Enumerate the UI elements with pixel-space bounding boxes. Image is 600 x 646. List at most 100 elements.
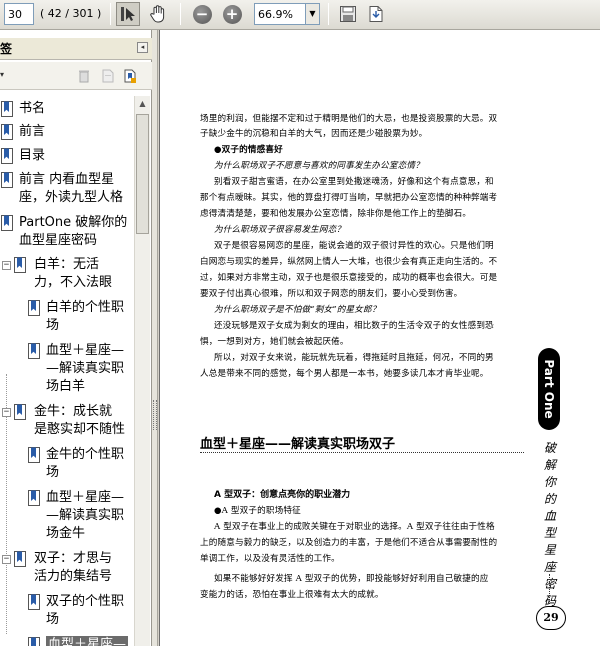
zoom-dropdown[interactable]: ▼ bbox=[306, 3, 320, 25]
page-count: ( 42 / 301 ) bbox=[40, 7, 102, 20]
doc-line: 双子是很容易网恋的星座，能说会道的双子很讨异性的欢心。只是他们明 bbox=[214, 241, 494, 251]
bookmark-label: 双子：才思与 活力的集结号 bbox=[34, 551, 113, 584]
chevron-down-icon: ▼ bbox=[309, 9, 316, 18]
bookmark-properties-icon[interactable] bbox=[122, 68, 138, 84]
doc-line: 如果不能够好好发挥 A 型双子的优势，即投能够好好利用自己敏捷的应 bbox=[214, 574, 489, 584]
bookmark-item[interactable]: 前言 内看血型星 座，外读九型人格 bbox=[1, 171, 123, 207]
bookmark-label: 金牛的个性职场 bbox=[46, 447, 125, 480]
bookmark-label: 目录 bbox=[19, 148, 46, 163]
bookmark-item[interactable]: 金牛的个性职场 bbox=[28, 446, 124, 482]
tree-collapse-toggle[interactable]: − bbox=[2, 555, 11, 564]
doc-question: 为什么职场双子不愿意与喜欢的同事发生办公室恋情？ bbox=[214, 161, 424, 171]
bookmark-icon bbox=[14, 257, 26, 273]
save-icon bbox=[340, 6, 356, 22]
options-dropdown-icon[interactable]: ▾ bbox=[0, 70, 4, 79]
bookmark-label: 白羊的个性职场 bbox=[46, 300, 125, 333]
panel-splitter[interactable] bbox=[152, 30, 158, 646]
bookmark-item[interactable]: 血型＋星座— —解读真实职 场白羊 bbox=[28, 342, 124, 396]
hand-tool-button[interactable] bbox=[146, 2, 170, 26]
save-button[interactable] bbox=[336, 2, 360, 26]
doc-line: 白网恋与现实的差异，纵然网上情人一大堆，也很少会有真正走向生活的。不 bbox=[200, 257, 498, 267]
splitter-grip[interactable] bbox=[153, 400, 157, 430]
bookmark-icon bbox=[1, 101, 13, 117]
section-heading: 血型＋星座——解读真实职场双子 bbox=[200, 437, 396, 452]
bookmark-item[interactable]: 白羊的个性职场 bbox=[28, 299, 124, 335]
bookmark-icon bbox=[14, 551, 26, 567]
bookmark-label: 双子的个性职场 bbox=[46, 594, 125, 627]
bookmark-icon bbox=[28, 490, 40, 506]
scroll-up-icon[interactable]: ▲ bbox=[136, 97, 149, 111]
bookmarks-tree: 书名 前言 目录 前言 内看血型星 座，外读九型人格 PartOne 破解你的 血型… bbox=[0, 96, 134, 646]
doc-line: 惧，一想到对方，她们就会被起厌倦。 bbox=[200, 337, 349, 347]
bookmark-icon bbox=[28, 594, 40, 610]
bookmarks-scrollbar[interactable]: ▲ bbox=[134, 96, 150, 646]
export-button[interactable] bbox=[364, 2, 388, 26]
bookmark-label: 血型＋星座— —解读真实职 场金牛 bbox=[46, 490, 125, 541]
page-number-badge: 29 bbox=[536, 606, 566, 630]
bookmarks-panel: 签 ◂ ▾ 书名 前言 目录 前言 内看血型星 座，外读九型人格 PartOne… bbox=[0, 30, 152, 646]
doc-line: 过，如果对方非常主动，双子也是很乐意接受的，成功的概率也会很大。可是 bbox=[200, 273, 498, 283]
bookmark-item-selected[interactable]: 血型＋星座— bbox=[28, 636, 129, 646]
bookmark-label: PartOne 破解你的 血型星座密码 bbox=[19, 215, 128, 248]
doc-question: 为什么职场双子是不怕做“剩女”的星女郎？ bbox=[214, 305, 381, 315]
bookmark-item[interactable]: 目录 bbox=[1, 147, 45, 165]
panel-collapse-button[interactable]: ◂ bbox=[137, 42, 148, 53]
bookmark-icon bbox=[28, 637, 40, 646]
doc-line: 子缺少金牛的沉稳和白羊的大气，因而还是少碰股票为妙。 bbox=[200, 129, 428, 139]
document-view[interactable]: 场里的利润，但能摆不定和过于精明是他们的大忌，也是投资股票的大忌。双 子缺少金牛… bbox=[159, 30, 600, 646]
zoom-out-button[interactable]: − bbox=[190, 2, 214, 26]
select-tool-icon bbox=[121, 7, 135, 21]
doc-subheading: ●A 型双子的职场特征 bbox=[214, 506, 301, 516]
bookmark-label: 书名 bbox=[19, 101, 46, 116]
bookmark-item[interactable]: 金牛：成长就 是憨实却不随性 bbox=[14, 403, 125, 439]
zoom-in-button[interactable]: + bbox=[220, 2, 244, 26]
doc-line: 变能力的话，恐怕在事业上很难有太大的成就。 bbox=[200, 590, 384, 600]
export-icon bbox=[369, 6, 383, 22]
bookmark-icon bbox=[28, 343, 40, 359]
doc-line: 人总是带来不同的感觉，每个男人都是一本书，她要多读几本才肯毕业呢。 bbox=[200, 369, 489, 379]
page-number-input[interactable] bbox=[4, 3, 34, 25]
doc-line: 上的随意与毅力的缺乏，以及创造力的丰富，于是他们不适合从事需要耐性的 bbox=[200, 538, 498, 548]
bookmark-icon bbox=[14, 404, 26, 420]
new-bookmark-icon[interactable] bbox=[100, 68, 116, 84]
bookmark-item[interactable]: 白羊：无活 力，不入法眼 bbox=[14, 256, 112, 292]
doc-question: 为什么职场双子很容易发生网恋？ bbox=[214, 225, 346, 235]
doc-subheading: A 型双子：创意点亮你的职业潜力 bbox=[214, 490, 351, 500]
bookmark-label: 前言 bbox=[19, 124, 46, 139]
doc-line: A 型双子在事业上的成败关键在于对职业的选择。A 型双子往往由于性格 bbox=[214, 522, 495, 532]
tree-collapse-toggle[interactable]: − bbox=[2, 261, 11, 270]
pdf-reader-window: ( 42 / 301 ) − + ▼ bbox=[0, 0, 600, 646]
bookmarks-toolbar: ▾ bbox=[0, 62, 152, 90]
doc-line: 那个有点暧昧。其实，他的算盘打得叮当响，早就把办公室恋情的种种弊端考 bbox=[200, 193, 498, 203]
bookmark-item[interactable]: PartOne 破解你的 血型星座密码 bbox=[1, 214, 127, 250]
bookmark-item[interactable]: 前言 bbox=[1, 123, 45, 141]
doc-line: 还没玩够是双子女成为剩女的理由，相比数子的生活令双子的女性感到恐 bbox=[214, 321, 494, 331]
select-tool-button[interactable] bbox=[116, 2, 140, 26]
bookmark-label: 血型＋星座— —解读真实职 场白羊 bbox=[46, 343, 125, 394]
bookmark-icon bbox=[28, 447, 40, 463]
side-dotted-line bbox=[549, 574, 550, 604]
zoom-input[interactable] bbox=[254, 3, 306, 25]
bookmark-label: 血型＋星座— bbox=[46, 636, 129, 646]
doc-line: 虑得清清楚楚，要和他发展办公室恋情，除非你是他工作上的垫脚石。 bbox=[200, 209, 472, 219]
bookmark-item[interactable]: 血型＋星座— —解读真实职 场金牛 bbox=[28, 489, 124, 543]
heading-dotted-rule bbox=[200, 452, 524, 453]
bookmark-label: 白羊：无活 力，不入法眼 bbox=[34, 257, 113, 290]
tree-collapse-toggle[interactable]: − bbox=[2, 408, 11, 417]
toolbar-separator bbox=[328, 3, 329, 25]
doc-line: 别看双子甜言蜜语，在办公室里到处撒迷魂汤，好像和这个有点意思，和 bbox=[214, 177, 494, 187]
bookmark-icon bbox=[1, 148, 13, 164]
bookmark-item[interactable]: 双子：才思与 活力的集结号 bbox=[14, 550, 112, 586]
scrollbar-thumb[interactable] bbox=[136, 114, 149, 234]
zoom-out-icon: − bbox=[192, 4, 212, 24]
bookmark-label: 金牛：成长就 是憨实却不随性 bbox=[34, 404, 126, 437]
bookmark-item[interactable]: 双子的个性职场 bbox=[28, 593, 124, 629]
bookmark-item[interactable]: 书名 bbox=[1, 100, 45, 118]
bookmark-label: 前言 内看血型星 座，外读九型人格 bbox=[19, 172, 124, 205]
part-one-label: Part One bbox=[542, 359, 556, 419]
doc-line: 单调工作，以及没有灵活性的工作。 bbox=[200, 554, 340, 564]
bookmarks-panel-header: 签 ◂ bbox=[0, 38, 152, 60]
toolbar: ( 42 / 301 ) − + ▼ bbox=[0, 0, 600, 30]
side-vertical-title: 破解你的血型星座密码 bbox=[543, 441, 556, 608]
trash-icon[interactable] bbox=[76, 68, 92, 84]
